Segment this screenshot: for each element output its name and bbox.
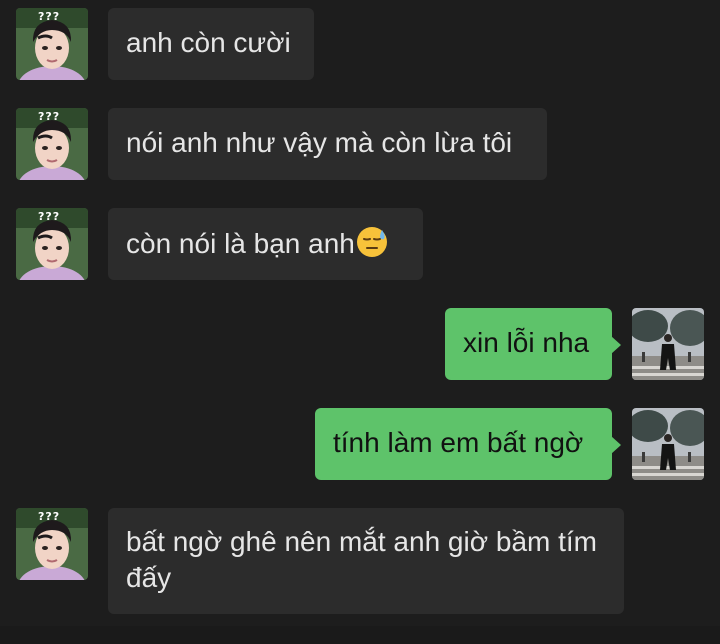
message-text: xin lỗi nha [463, 327, 590, 358]
self-avatar[interactable] [632, 308, 704, 380]
message-row: tính làm em bất ngờ [0, 408, 720, 480]
message-row: ??? nói anh như vậy mà còn lừa tôi [0, 108, 720, 180]
contact-avatar[interactable]: ??? [16, 208, 88, 280]
incoming-message-bubble[interactable]: bất ngờ ghê nên mắt anh giờ bầm tím đấy [108, 508, 624, 614]
outgoing-message-bubble[interactable]: xin lỗi nha [445, 308, 621, 380]
downcast-sweat-face-emoji [356, 227, 387, 257]
message-row: xin lỗi nha [0, 308, 720, 380]
incoming-message-bubble[interactable]: còn nói là bạn anh [108, 208, 423, 280]
avatar-badge: ??? [38, 110, 61, 123]
avatar-badge: ??? [38, 210, 61, 223]
message-row: ??? bất ngờ ghê nên mắt anh giờ bầm tím … [0, 508, 720, 614]
outgoing-message-bubble[interactable]: tính làm em bất ngờ [315, 408, 621, 480]
message-row: ??? còn nói là bạn anh [0, 208, 720, 280]
self-avatar[interactable] [632, 408, 704, 480]
avatar-badge: ??? [38, 510, 61, 523]
contact-avatar[interactable]: ??? [16, 8, 88, 80]
self-avatar-image [632, 408, 704, 480]
message-text: tính làm em bất ngờ [333, 427, 584, 458]
avatar-badge: ??? [38, 10, 61, 23]
self-avatar-image [632, 308, 704, 380]
chat-bottom-edge [0, 626, 720, 644]
message-text: còn nói là bạn anh [126, 228, 355, 259]
incoming-message-bubble[interactable]: anh còn cười [108, 8, 314, 80]
message-row: ??? anh còn cười [0, 8, 720, 80]
incoming-message-bubble[interactable]: nói anh như vậy mà còn lừa tôi [108, 108, 547, 180]
contact-avatar[interactable]: ??? [16, 108, 88, 180]
message-text: anh còn cười [126, 27, 291, 58]
contact-avatar[interactable]: ??? [16, 508, 88, 580]
message-text: nói anh như vậy mà còn lừa tôi [126, 127, 513, 158]
message-text: bất ngờ ghê nên mắt anh giờ bầm tím đấy [126, 526, 597, 593]
